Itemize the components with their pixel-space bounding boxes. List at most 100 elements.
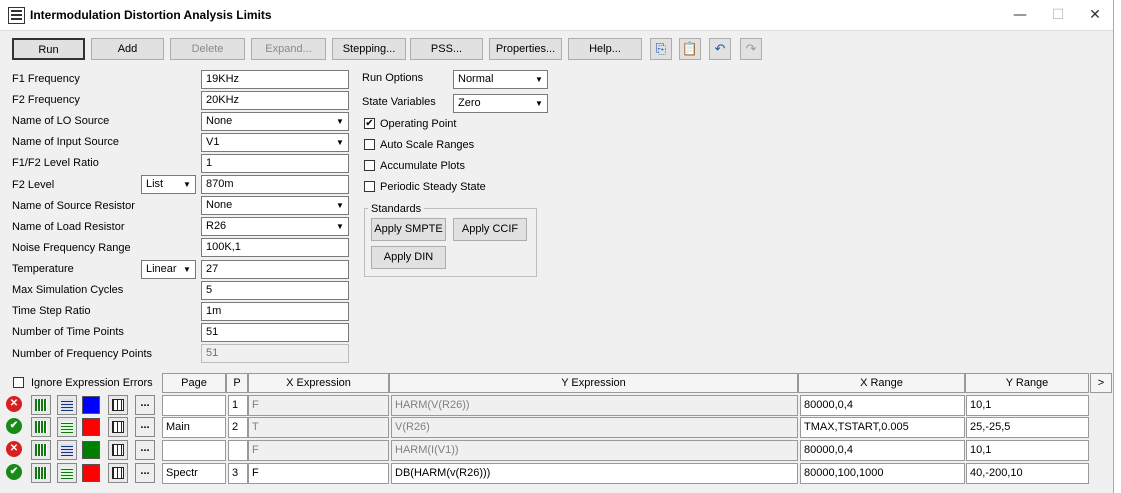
y-expression-cell[interactable]: HARM(V(R26)) — [391, 395, 798, 416]
x-range-cell[interactable]: 80000,0,4 — [800, 440, 965, 461]
more-options-button[interactable]: ... — [135, 463, 155, 483]
f1-frequency-field[interactable]: 19KHz — [201, 70, 349, 89]
state-variables-select[interactable]: Zero ▼ — [453, 94, 548, 113]
close-button[interactable]: ✕ — [1080, 4, 1110, 26]
operating-point-checkbox[interactable]: ✔ — [364, 118, 375, 129]
f2-frequency-field[interactable]: 20KHz — [201, 91, 349, 110]
page-cell[interactable] — [162, 440, 226, 461]
line-style-icon[interactable] — [57, 417, 77, 437]
load-resistor-select[interactable]: R26 ▼ — [201, 217, 349, 236]
table-icon[interactable] — [108, 417, 128, 437]
color-swatch[interactable] — [82, 464, 100, 482]
frequency-points-field[interactable]: 51 — [201, 344, 349, 363]
line-style-icon[interactable] — [57, 463, 77, 483]
x-range-cell[interactable]: TMAX,TSTART,0.005 — [800, 417, 965, 438]
color-swatch[interactable] — [82, 441, 100, 459]
state-variables-label: State Variables — [362, 96, 436, 108]
ignore-errors-checkbox[interactable] — [13, 377, 24, 388]
x-range-cell[interactable]: 80000,0,4 — [800, 395, 965, 416]
temperature-field[interactable]: 27 — [201, 260, 349, 279]
color-swatch[interactable] — [82, 396, 100, 414]
stepping-button[interactable]: Stepping... — [332, 38, 406, 60]
y-expression-header[interactable]: Y Expression — [389, 373, 798, 393]
apply-smpte-button[interactable]: Apply SMPTE — [371, 218, 446, 241]
apply-din-button[interactable]: Apply DIN — [371, 246, 446, 269]
disabled-status-icon[interactable]: ✕ — [6, 396, 22, 412]
more-options-button[interactable]: ... — [135, 395, 155, 415]
apply-ccif-button[interactable]: Apply CCIF — [453, 218, 527, 241]
p-cell[interactable]: 3 — [228, 463, 248, 484]
chevron-down-icon: ▼ — [336, 201, 344, 210]
disabled-status-icon[interactable]: ✕ — [6, 441, 22, 457]
page-header[interactable]: Page — [162, 373, 226, 393]
expand-button[interactable]: Expand... — [251, 38, 326, 60]
table-icon[interactable] — [108, 440, 128, 460]
y-range-cell[interactable]: 25,-25,5 — [966, 417, 1089, 438]
x-expression-cell[interactable]: F — [248, 463, 389, 484]
noise-range-field[interactable]: 100K,1 — [201, 238, 349, 257]
page-cell[interactable] — [162, 395, 226, 416]
x-expression-cell[interactable]: F — [248, 395, 389, 416]
x-range-cell[interactable]: 80000,100,1000 — [800, 463, 965, 484]
help-button[interactable]: Help... — [568, 38, 642, 60]
enabled-status-icon[interactable]: ✔ — [6, 418, 22, 434]
more-options-button[interactable]: ... — [135, 440, 155, 460]
y-expression-cell[interactable]: DB(HARM(v(R26))) — [391, 463, 798, 484]
maximize-button[interactable]: ☐ — [1043, 4, 1073, 26]
plot-mode-icon[interactable] — [31, 395, 51, 415]
f2-level-mode-select[interactable]: List ▼ — [141, 175, 196, 194]
table-icon[interactable] — [108, 463, 128, 483]
f2-level-field[interactable]: 870m — [201, 175, 349, 194]
max-cycles-field[interactable]: 5 — [201, 281, 349, 300]
x-expression-cell[interactable]: T — [248, 417, 389, 438]
copy-icon[interactable]: ⎘ — [650, 38, 672, 60]
p-cell[interactable] — [228, 440, 248, 461]
time-points-field[interactable]: 51 — [201, 323, 349, 342]
p-cell[interactable]: 2 — [228, 417, 248, 438]
time-step-ratio-field[interactable]: 1m — [201, 302, 349, 321]
page-cell[interactable]: Spectr — [162, 463, 226, 484]
page-cell[interactable]: Main — [162, 417, 226, 438]
p-cell[interactable]: 1 — [228, 395, 248, 416]
plot-mode-icon[interactable] — [31, 440, 51, 460]
p-header[interactable]: P — [226, 373, 248, 393]
y-range-cell[interactable]: 40,-200,10 — [966, 463, 1089, 484]
plot-mode-icon[interactable] — [31, 417, 51, 437]
redo-icon[interactable]: ↷ — [740, 38, 762, 60]
delete-button[interactable]: Delete — [170, 38, 245, 60]
level-ratio-field[interactable]: 1 — [201, 154, 349, 173]
y-expression-cell[interactable]: HARM(I(V1)) — [391, 440, 798, 461]
more-options-button[interactable]: ... — [135, 417, 155, 437]
x-range-header[interactable]: X Range — [798, 373, 965, 393]
color-swatch[interactable] — [82, 418, 100, 436]
properties-button[interactable]: Properties... — [489, 38, 562, 60]
line-style-icon[interactable] — [57, 440, 77, 460]
temperature-mode-select[interactable]: Linear ▼ — [141, 260, 196, 279]
y-range-cell[interactable]: 10,1 — [966, 395, 1089, 416]
x-expression-header[interactable]: X Expression — [248, 373, 389, 393]
x-expression-cell[interactable]: F — [248, 440, 389, 461]
y-range-header[interactable]: Y Range — [965, 373, 1089, 393]
minimize-button[interactable]: — — [1005, 4, 1035, 26]
table-icon[interactable] — [108, 395, 128, 415]
source-resistor-select[interactable]: None ▼ — [201, 196, 349, 215]
pss-button[interactable]: PSS... — [410, 38, 483, 60]
y-range-cell[interactable]: 10,1 — [966, 440, 1089, 461]
more-columns-button[interactable]: > — [1090, 373, 1112, 393]
y-expression-cell[interactable]: V(R26) — [391, 417, 798, 438]
lo-source-select[interactable]: None ▼ — [201, 112, 349, 131]
enabled-status-icon[interactable]: ✔ — [6, 464, 22, 480]
paste-icon[interactable]: 📋 — [679, 38, 701, 60]
add-button[interactable]: Add — [91, 38, 164, 60]
run-button[interactable]: Run — [12, 38, 85, 60]
auto-scale-checkbox[interactable] — [364, 139, 375, 150]
param-label: Name of LO Source — [12, 115, 110, 127]
periodic-steady-state-checkbox[interactable] — [364, 181, 375, 192]
accumulate-plots-checkbox[interactable] — [364, 160, 375, 171]
input-source-select[interactable]: V1 ▼ — [201, 133, 349, 152]
run-options-select[interactable]: Normal ▼ — [453, 70, 548, 89]
plot-mode-icon[interactable] — [31, 463, 51, 483]
run-options-label: Run Options — [362, 72, 424, 84]
line-style-icon[interactable] — [57, 395, 77, 415]
undo-icon[interactable]: ↶ — [709, 38, 731, 60]
